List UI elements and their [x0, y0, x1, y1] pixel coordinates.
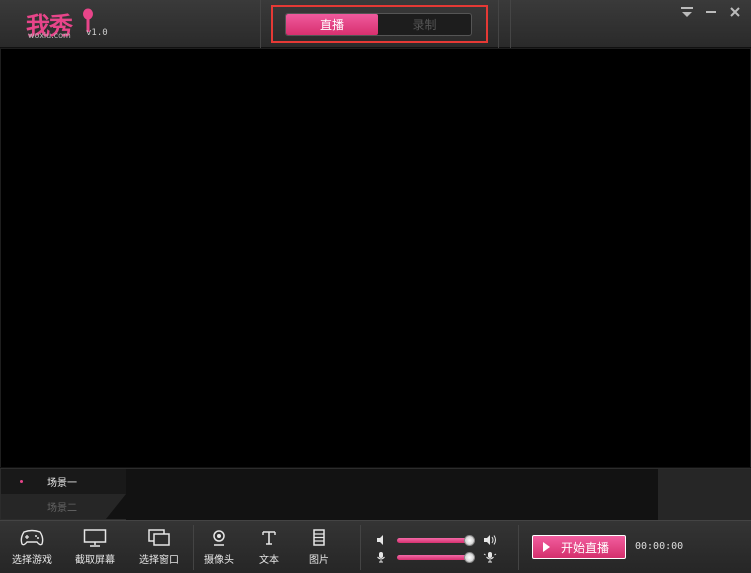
capture-screen-label: 截取屏幕: [75, 555, 115, 566]
image-film-icon: [313, 529, 325, 546]
mode-toggle: 直播 录制: [285, 13, 472, 36]
speaker-volume-slider[interactable]: [397, 534, 475, 546]
window-controls: [677, 4, 745, 20]
speaker-volume-row: [375, 534, 497, 546]
record-mode-tab[interactable]: 录制: [378, 14, 471, 35]
scene-panel: 场景一 场景二: [0, 467, 751, 521]
active-scene-dot: [20, 480, 23, 483]
live-mode-tab[interactable]: 直播: [286, 14, 378, 35]
scene-label: 场景二: [47, 503, 77, 514]
camera-button[interactable]: 摄像头: [204, 529, 234, 566]
video-preview[interactable]: [1, 49, 750, 467]
microphone-icon: [377, 552, 385, 563]
divider: [498, 0, 499, 48]
title-bar: 我秀 woxiu.com v1.0 直播 录制: [0, 0, 751, 48]
close-icon[interactable]: [725, 4, 745, 20]
image-button[interactable]: 图片: [307, 529, 331, 566]
microphone-volume-row: [375, 551, 497, 563]
app-version: v1.0: [86, 28, 108, 38]
dropdown-menu-icon[interactable]: [677, 4, 697, 20]
start-broadcast-button[interactable]: 开始直播: [532, 535, 626, 559]
start-broadcast-label: 开始直播: [561, 540, 610, 555]
scene-side-panel: [658, 469, 751, 521]
gamepad-icon: [20, 529, 44, 546]
scene-list: 场景一 场景二: [1, 469, 126, 521]
mode-highlight-frame: 直播 录制: [271, 5, 488, 43]
toolbar-divider: [518, 525, 519, 570]
microphone-boost-icon[interactable]: [483, 551, 497, 563]
image-label: 图片: [309, 555, 329, 566]
broadcast-timer: 00:00:00: [635, 541, 684, 552]
monitor-icon: [83, 529, 107, 547]
select-game-label: 选择游戏: [12, 555, 52, 566]
play-icon: [543, 542, 550, 552]
toolbar-divider: [360, 525, 361, 570]
scene-item-2[interactable]: 场景二: [1, 494, 126, 519]
app-logo: 我秀 woxiu.com v1.0: [24, 6, 134, 44]
brand-domain: woxiu.com: [28, 31, 71, 40]
select-game-button[interactable]: 选择游戏: [12, 529, 52, 566]
camera-label: 摄像头: [204, 555, 234, 566]
speaker-max-icon[interactable]: [483, 534, 497, 546]
select-window-label: 选择窗口: [139, 555, 179, 566]
microphone-volume-handle[interactable]: [464, 551, 475, 563]
minimize-icon[interactable]: [701, 4, 721, 20]
scene-label: 场景一: [47, 478, 77, 489]
capture-screen-button[interactable]: 截取屏幕: [75, 529, 115, 566]
webcam-icon: [213, 530, 225, 546]
select-window-button[interactable]: 选择窗口: [139, 529, 179, 566]
speaker-icon: [377, 535, 383, 545]
text-button[interactable]: 文本: [257, 529, 281, 566]
speaker-volume-handle[interactable]: [464, 534, 475, 546]
text-icon: [262, 531, 276, 545]
divider: [510, 0, 511, 48]
scene-item-1[interactable]: 场景一: [1, 469, 126, 494]
text-label: 文本: [259, 555, 279, 566]
divider: [260, 0, 261, 48]
windows-icon: [148, 529, 170, 546]
scene-sources-area: [126, 469, 658, 521]
bottom-toolbar: 选择游戏 截取屏幕 选择窗口 摄像头 文本 图片 开始直播 00:00:00: [0, 520, 751, 573]
toolbar-divider: [193, 525, 194, 570]
microphone-volume-slider[interactable]: [397, 551, 475, 563]
